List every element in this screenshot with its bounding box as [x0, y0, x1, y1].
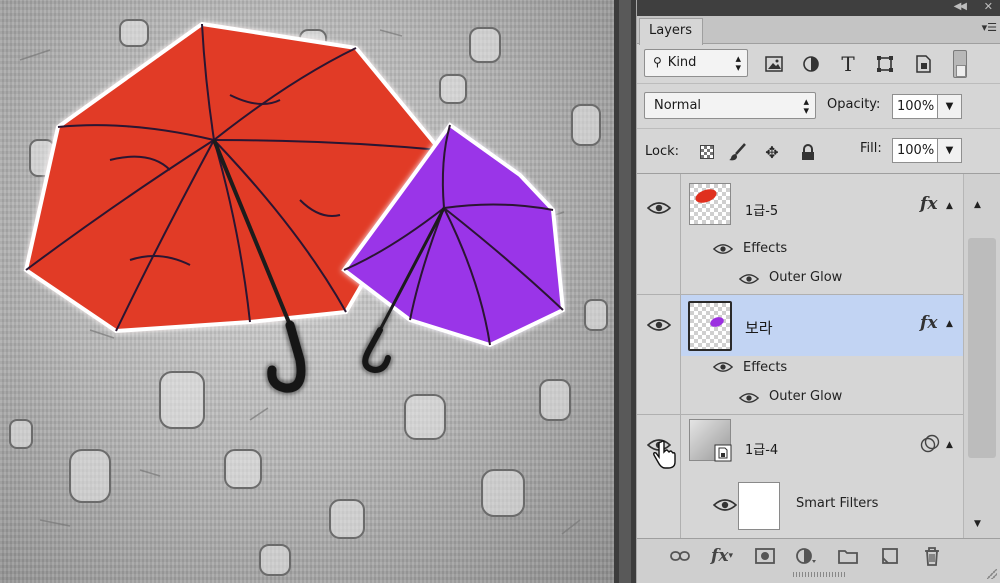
layer-name[interactable]: 1급-4	[745, 439, 778, 458]
panel-tab-bar: Layers ▾☰	[637, 16, 1000, 45]
scroll-up-arrow-icon[interactable]: ▲	[974, 200, 981, 210]
lock-position-icon[interactable]: ✥	[761, 141, 783, 163]
outer-glow-visibility-eye-icon[interactable]	[739, 391, 759, 405]
lock-row: Lock: ✥ Fill: 100% ▼	[637, 129, 1000, 174]
opacity-field[interactable]: 100%	[892, 94, 938, 119]
opacity-dropdown-button[interactable]: ▼	[938, 94, 962, 119]
add-mask-icon[interactable]	[752, 545, 778, 567]
smart-object-filter-icon[interactable]	[912, 53, 934, 75]
delete-layer-icon[interactable]	[919, 545, 945, 567]
updown-arrows-icon: ▴ ▾	[735, 52, 741, 74]
scroll-thumb[interactable]	[968, 238, 996, 458]
search-icon: ⚲	[653, 55, 662, 69]
add-layer-style-icon[interactable]: fx ▾	[709, 545, 735, 567]
lock-label: Lock:	[645, 144, 680, 159]
lock-transparent-pixels-icon[interactable]	[696, 141, 718, 163]
lock-image-pixels-icon[interactable]	[727, 141, 749, 163]
layer-effects-fx-icon[interactable]: fx	[920, 313, 937, 333]
close-icon[interactable]: ✕	[984, 0, 993, 13]
tab-layers-label: Layers	[649, 23, 693, 38]
dock-header: ◀◀ ✕	[637, 0, 1000, 16]
layer-name[interactable]: 1급-5	[745, 200, 778, 219]
type-layer-filter-icon[interactable]: T	[837, 52, 859, 76]
effects-visibility-eye-icon[interactable]	[713, 360, 733, 374]
filter-row: ⚲ Kind ▴ ▾ T	[637, 44, 1000, 84]
add-layer-style-label: fx	[711, 546, 729, 566]
adjustment-layer-filter-icon[interactable]	[800, 53, 822, 75]
smart-filters-visibility-eye-icon[interactable]	[713, 497, 737, 513]
smart-filter-icon[interactable]	[920, 434, 940, 454]
tab-layers[interactable]: Layers	[639, 18, 703, 45]
smart-object-badge-icon	[714, 444, 732, 462]
layer-row[interactable]: 1급-4 ▲ Smart Filters	[637, 415, 963, 538]
effects-visibility-eye-icon[interactable]	[713, 242, 733, 256]
new-adjustment-layer-icon[interactable]	[793, 545, 819, 567]
kind-filter-value: Kind	[667, 55, 697, 70]
fill-label: Fill:	[860, 141, 882, 156]
visibility-eye-icon[interactable]	[647, 437, 671, 453]
panel-menu-icon[interactable]: ▾☰	[982, 21, 997, 34]
smart-filters-label[interactable]: Smart Filters	[796, 496, 878, 511]
resize-handle-icon[interactable]	[987, 569, 997, 579]
smart-filter-mask-thumbnail[interactable]	[738, 482, 780, 530]
updown-arrows-icon: ▴ ▾	[803, 95, 809, 117]
layers-panel: ◀◀ ✕ Layers ▾☰ ⚲ Kind ▴ ▾ T Normal ▴ ▾ O…	[636, 0, 1000, 583]
effects-label: Effects	[743, 241, 788, 256]
expand-filters-triangle-icon[interactable]: ▲	[946, 440, 953, 450]
opacity-label: Opacity:	[827, 97, 881, 112]
new-layer-icon[interactable]	[877, 545, 903, 567]
document-canvas[interactable]	[0, 0, 614, 583]
layer-effects-fx-icon[interactable]: fx	[920, 194, 937, 214]
layers-bottom-toolbar: fx ▾	[637, 538, 1000, 583]
dock-divider[interactable]	[614, 0, 636, 583]
lock-all-icon[interactable]	[797, 141, 819, 163]
filter-toggle-switch[interactable]	[953, 50, 967, 78]
shape-layer-filter-icon[interactable]	[874, 53, 896, 75]
double-chevron-left-icon[interactable]: ◀◀	[954, 1, 967, 12]
layer-name[interactable]: 보라	[745, 317, 773, 338]
scroll-down-arrow-icon[interactable]: ▼	[974, 519, 981, 529]
expand-effects-triangle-icon[interactable]: ▲	[946, 319, 953, 329]
link-layers-icon[interactable]	[667, 545, 693, 567]
expand-effects-triangle-icon[interactable]: ▲	[946, 201, 953, 211]
panel-resize-grip[interactable]	[793, 572, 845, 577]
fill-dropdown-button[interactable]: ▼	[938, 138, 962, 163]
effects-label: Effects	[743, 360, 788, 375]
chevron-down-icon: ▼	[945, 101, 954, 112]
pixel-layer-filter-icon[interactable]	[763, 53, 785, 75]
outer-glow-effect[interactable]: Outer Glow	[769, 389, 842, 404]
layer-row-selected[interactable]: 보라 fx ▲ Effects Outer Glow	[637, 295, 963, 414]
blend-mode-value: Normal	[654, 98, 702, 113]
layer-row[interactable]: 1급-5 fx ▲ Effects Outer Glow	[637, 174, 963, 294]
layers-list: 1급-5 fx ▲ Effects Outer Glow 보라 fx ▲ Eff…	[637, 174, 963, 538]
kind-filter-select[interactable]: ⚲ Kind ▴ ▾	[644, 49, 748, 77]
new-group-icon[interactable]	[835, 545, 861, 567]
blend-row: Normal ▴ ▾ Opacity: 100% ▼	[637, 84, 1000, 129]
chevron-down-icon: ▼	[945, 145, 954, 156]
fill-field[interactable]: 100%	[892, 138, 938, 163]
layer-thumbnail[interactable]	[689, 183, 731, 225]
visibility-eye-icon[interactable]	[647, 200, 671, 216]
layer-thumbnail[interactable]	[688, 301, 732, 351]
outer-glow-effect[interactable]: Outer Glow	[769, 270, 842, 285]
blend-mode-select[interactable]: Normal ▴ ▾	[644, 92, 816, 119]
canvas-artwork	[9, 19, 608, 576]
layers-scrollbar[interactable]: ▲ ▼	[963, 174, 1000, 538]
layer-thumbnail[interactable]	[689, 419, 732, 462]
outer-glow-visibility-eye-icon[interactable]	[739, 272, 759, 286]
visibility-eye-icon[interactable]	[647, 317, 671, 333]
